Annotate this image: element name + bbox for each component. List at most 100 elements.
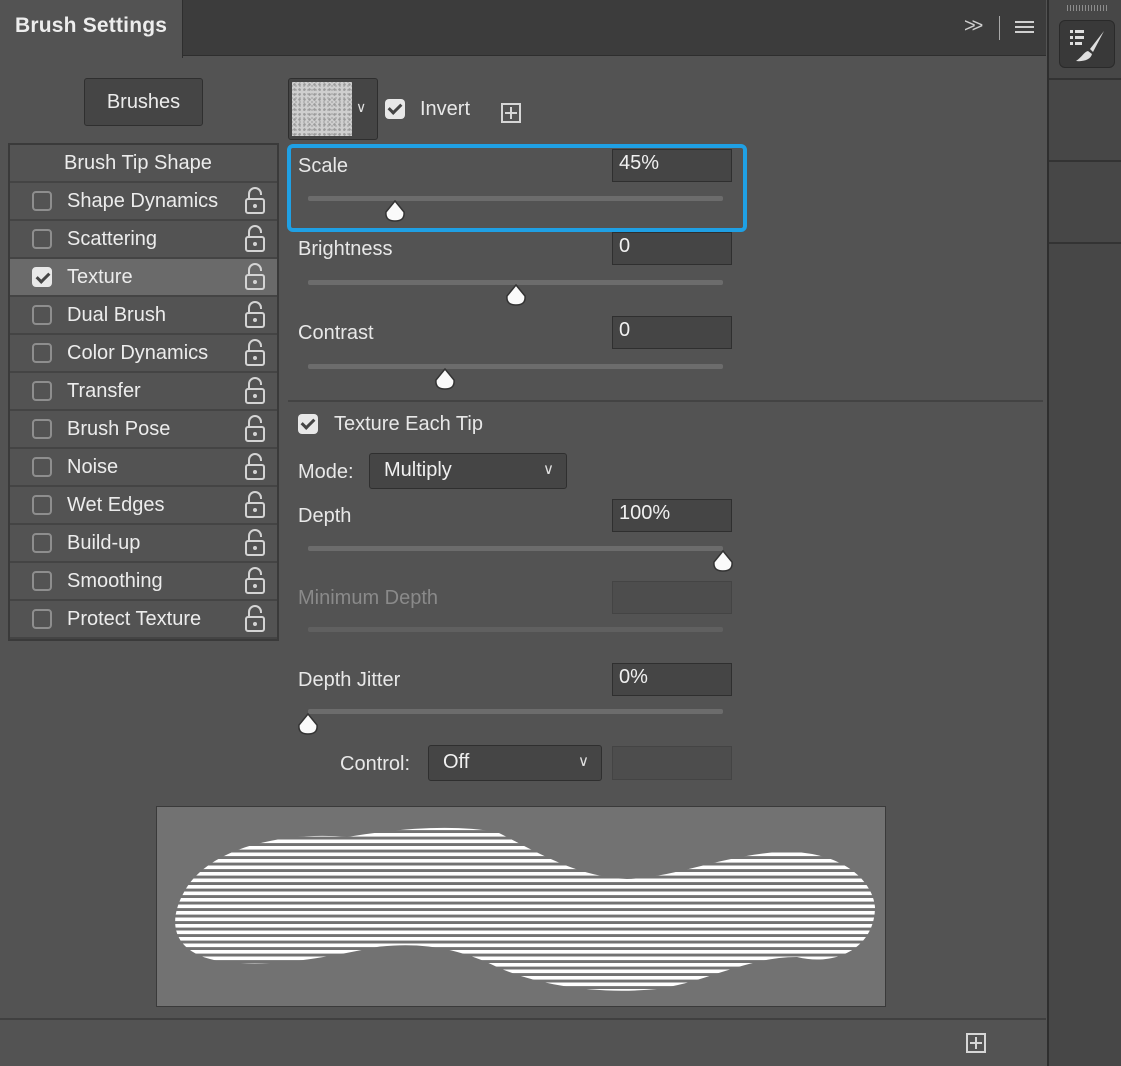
option-checkbox[interactable] [32,571,52,591]
dock-separator [1049,242,1121,244]
option-color-dynamics[interactable]: Color Dynamics [10,335,277,373]
stroke-preview-image [175,827,875,991]
dock-separator [1049,78,1121,80]
contrast-field[interactable]: 0 [612,316,732,349]
option-shape-dynamics[interactable]: Shape Dynamics [10,183,277,221]
double-chevron-right-icon[interactable]: >> [964,15,983,38]
minimum-depth-label: Minimum Depth [298,587,439,609]
brightness-label: Brightness [298,238,393,260]
option-label: Brush Tip Shape [64,152,212,174]
unlock-icon[interactable] [244,453,266,481]
option-label: Smoothing [67,570,163,592]
brightness-slider-thumb[interactable] [505,284,527,306]
option-checkbox[interactable] [32,609,52,629]
hamburger-menu-icon[interactable] [1015,21,1034,34]
brushes-button[interactable]: Brushes [84,78,203,126]
option-label: Protect Texture [67,608,202,630]
option-checkbox[interactable] [32,229,52,249]
depth-jitter-field[interactable]: 0% [612,663,732,696]
minimum-depth-slider-track [308,627,723,632]
minimum-depth-field [612,581,732,614]
option-checkbox[interactable] [32,305,52,325]
panel-tab-bar: Brush Settings >> [0,0,1046,58]
brush-options-list: Brush Tip Shape Shape Dynamics Scattering T… [8,143,279,641]
option-transfer[interactable]: Transfer [10,373,277,411]
chevron-down-icon: ∨ [578,753,589,770]
texture-swatch [292,82,352,136]
option-checkbox[interactable] [32,495,52,515]
option-label: Scattering [67,228,158,250]
dock-separator [1049,160,1121,162]
option-checkbox[interactable] [32,343,52,363]
option-checkbox[interactable] [32,381,52,401]
option-label: Wet Edges [67,494,165,516]
texture-each-tip-label: Texture Each Tip [334,413,483,435]
option-label: Dual Brush [67,304,166,326]
depth-jitter-label: Depth Jitter [298,669,401,691]
unlock-icon[interactable] [244,225,266,253]
option-noise[interactable]: Noise [10,449,277,487]
unlock-icon[interactable] [244,605,266,633]
control-extra-field [612,746,732,780]
dock-grip[interactable] [1067,5,1107,11]
depth-jitter-slider-track[interactable] [308,709,723,714]
option-scattering[interactable]: Scattering [10,221,277,259]
unlock-icon[interactable] [244,491,266,519]
scale-highlight-box [287,144,747,232]
option-checkbox[interactable] [32,191,52,211]
option-build-up[interactable]: Build-up [10,525,277,563]
option-checkbox[interactable] [32,419,52,439]
mode-value: Multiply [384,459,452,481]
unlock-icon[interactable] [244,415,266,443]
option-brush-tip-shape[interactable]: Brush Tip Shape [10,145,277,183]
unlock-icon[interactable] [244,263,266,291]
invert-label: Invert [420,98,471,120]
tab-brush-settings[interactable]: Brush Settings [0,0,183,58]
control-label: Control: [340,753,411,775]
unlock-icon[interactable] [244,529,266,557]
option-protect-texture[interactable]: Protect Texture [10,601,277,639]
section-divider [288,400,1043,402]
invert-checkbox[interactable] [385,99,405,119]
option-wet-edges[interactable]: Wet Edges [10,487,277,525]
option-label: Texture [67,266,133,288]
new-preset-icon[interactable] [501,103,521,123]
option-smoothing[interactable]: Smoothing [10,563,277,601]
chevron-down-icon: ∨ [543,461,554,478]
option-label: Transfer [67,380,141,402]
option-dual-brush[interactable]: Dual Brush [10,297,277,335]
brush-settings-icon[interactable] [1059,20,1115,68]
contrast-slider-thumb[interactable] [434,368,456,390]
option-checkbox[interactable] [32,457,52,477]
unlock-icon[interactable] [244,187,266,215]
texture-each-tip-checkbox[interactable] [298,414,318,434]
control-value: Off [443,751,470,773]
contrast-slider-track[interactable] [308,364,723,369]
chevron-down-icon: ∨ [356,99,367,115]
option-texture[interactable]: Texture [10,259,277,297]
right-dock [1047,0,1121,1066]
option-label: Build-up [67,532,141,554]
option-label: Color Dynamics [67,342,209,364]
footer-divider [0,1018,1046,1020]
option-checkbox[interactable] [32,533,52,553]
brush-settings-panel: Brush Settings >> Brushes Brush Tip Shap… [0,0,1046,1066]
unlock-icon[interactable] [244,339,266,367]
unlock-icon[interactable] [244,377,266,405]
depth-slider-track[interactable] [308,546,723,551]
create-new-brush-icon[interactable] [966,1033,986,1053]
depth-label: Depth [298,505,352,527]
depth-slider-thumb[interactable] [712,550,734,572]
texture-pattern-picker[interactable]: ∨ [288,78,378,140]
unlock-icon[interactable] [244,567,266,595]
mode-dropdown[interactable]: Multiply ∨ [369,453,567,489]
unlock-icon[interactable] [244,301,266,329]
brightness-field[interactable]: 0 [612,232,732,265]
control-dropdown[interactable]: Off ∨ [428,745,602,781]
depth-jitter-slider-thumb[interactable] [297,713,319,735]
depth-field[interactable]: 100% [612,499,732,532]
option-checkbox[interactable] [32,267,52,287]
contrast-label: Contrast [298,322,374,344]
option-brush-pose[interactable]: Brush Pose [10,411,277,449]
mode-label: Mode: [298,461,354,483]
